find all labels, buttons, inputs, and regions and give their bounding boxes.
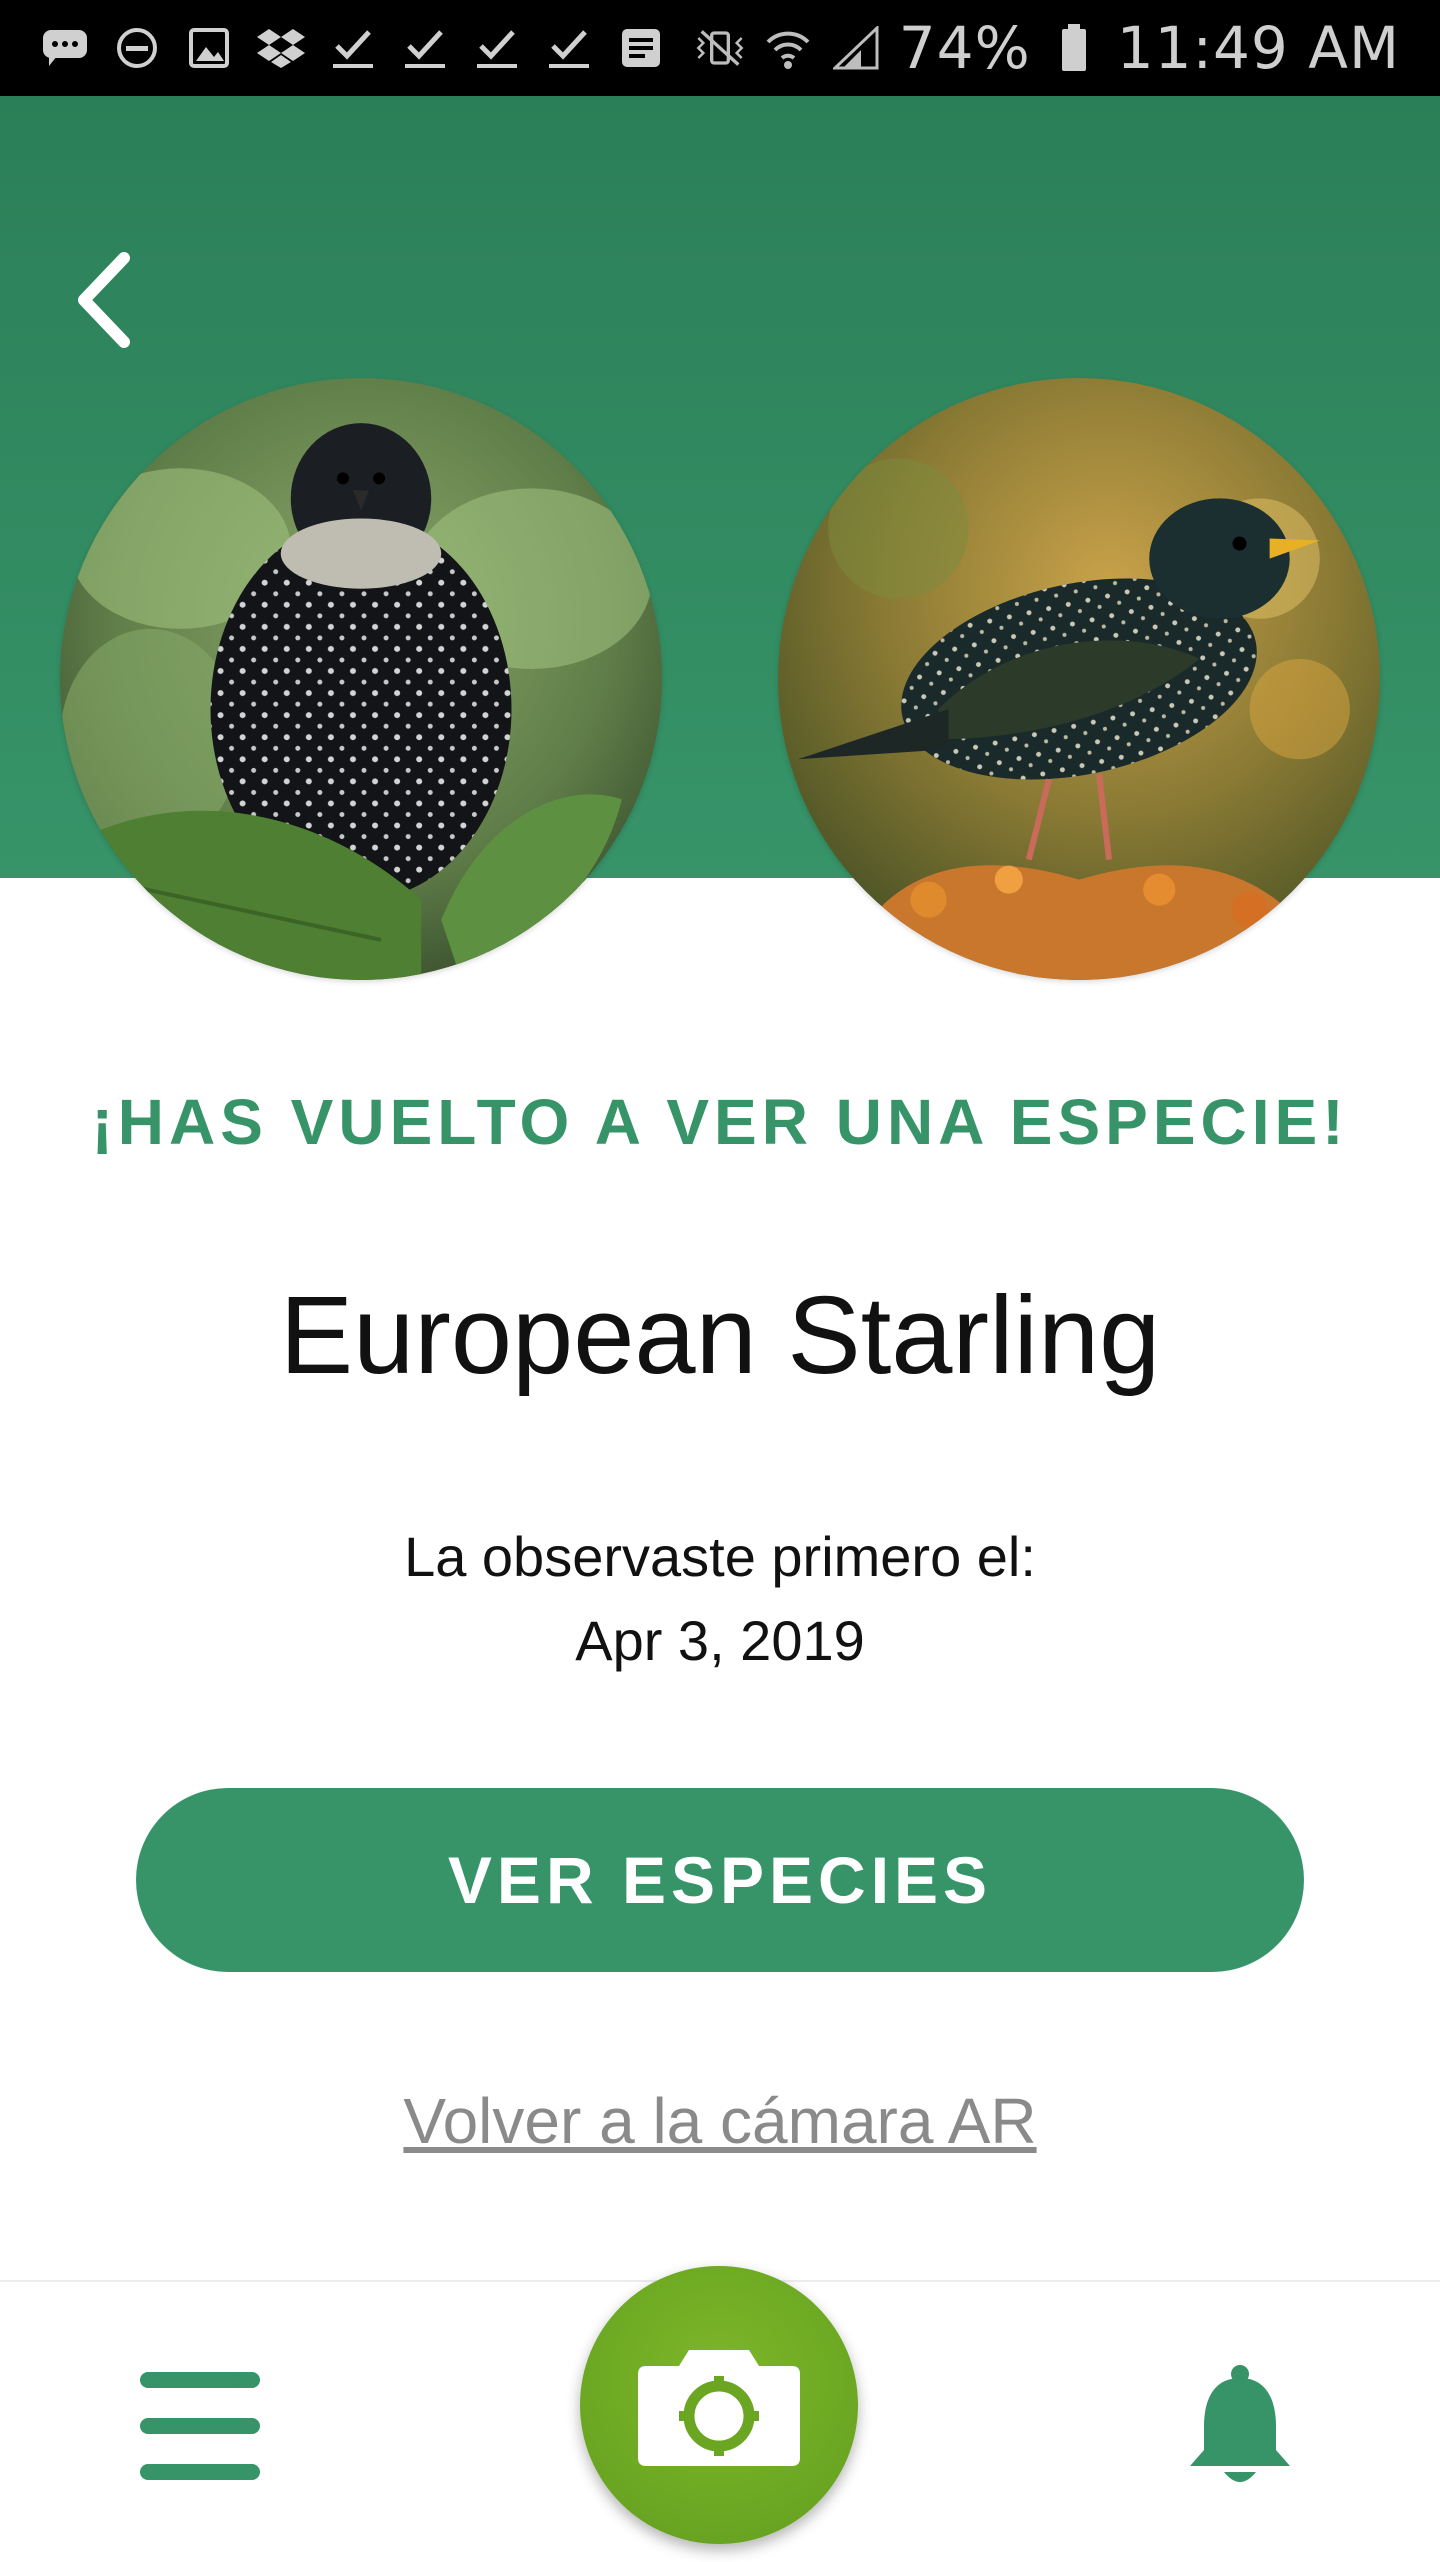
starling-front-photo xyxy=(60,378,662,980)
bell-icon xyxy=(1190,2365,1290,2482)
back-to-ar-camera-link[interactable]: Volver a la cámara AR xyxy=(0,2084,1440,2158)
battery-percentage: 74% xyxy=(898,14,1031,82)
hamburger-menu-icon[interactable] xyxy=(140,2372,260,2482)
check-icon xyxy=(544,23,594,73)
wifi-icon xyxy=(763,23,813,73)
first-seen-date: Apr 3, 2019 xyxy=(575,1609,865,1672)
first-seen-label: La observaste primero el: xyxy=(404,1525,1036,1588)
gallery-icon xyxy=(184,23,234,73)
check-icon xyxy=(400,23,450,73)
first-seen-block: La observaste primero el: Apr 3, 2019 xyxy=(0,1515,1440,1683)
system-status: 74% 11:49 AM xyxy=(695,14,1440,82)
notification-icons xyxy=(0,23,666,73)
status-bar: 74% 11:49 AM xyxy=(0,0,1440,96)
clock: 11:49 AM xyxy=(1116,14,1400,82)
back-button[interactable] xyxy=(70,250,140,350)
camera-icon xyxy=(638,2350,800,2466)
starling-side-photo xyxy=(778,378,1380,980)
messages-icon xyxy=(40,23,90,73)
check-icon xyxy=(328,23,378,73)
do-not-disturb-icon xyxy=(112,23,162,73)
notifications-button[interactable] xyxy=(1180,2362,1300,2492)
camera-button[interactable] xyxy=(580,2266,858,2544)
species-name: European Starling xyxy=(279,1274,1161,1397)
view-species-button[interactable]: VER ESPECIES xyxy=(136,1788,1304,1972)
bottom-navigation xyxy=(0,2266,1440,2562)
chevron-left-icon xyxy=(78,252,130,348)
dropbox-icon xyxy=(256,23,306,73)
battery-icon xyxy=(1049,23,1099,73)
signal-icon xyxy=(831,23,881,73)
notes-icon xyxy=(616,23,666,73)
return-sighting-headline: ¡HAS VUELTO A VER UNA ESPECIE! xyxy=(91,1086,1349,1158)
vibrate-icon xyxy=(695,23,745,73)
check-icon xyxy=(472,23,522,73)
